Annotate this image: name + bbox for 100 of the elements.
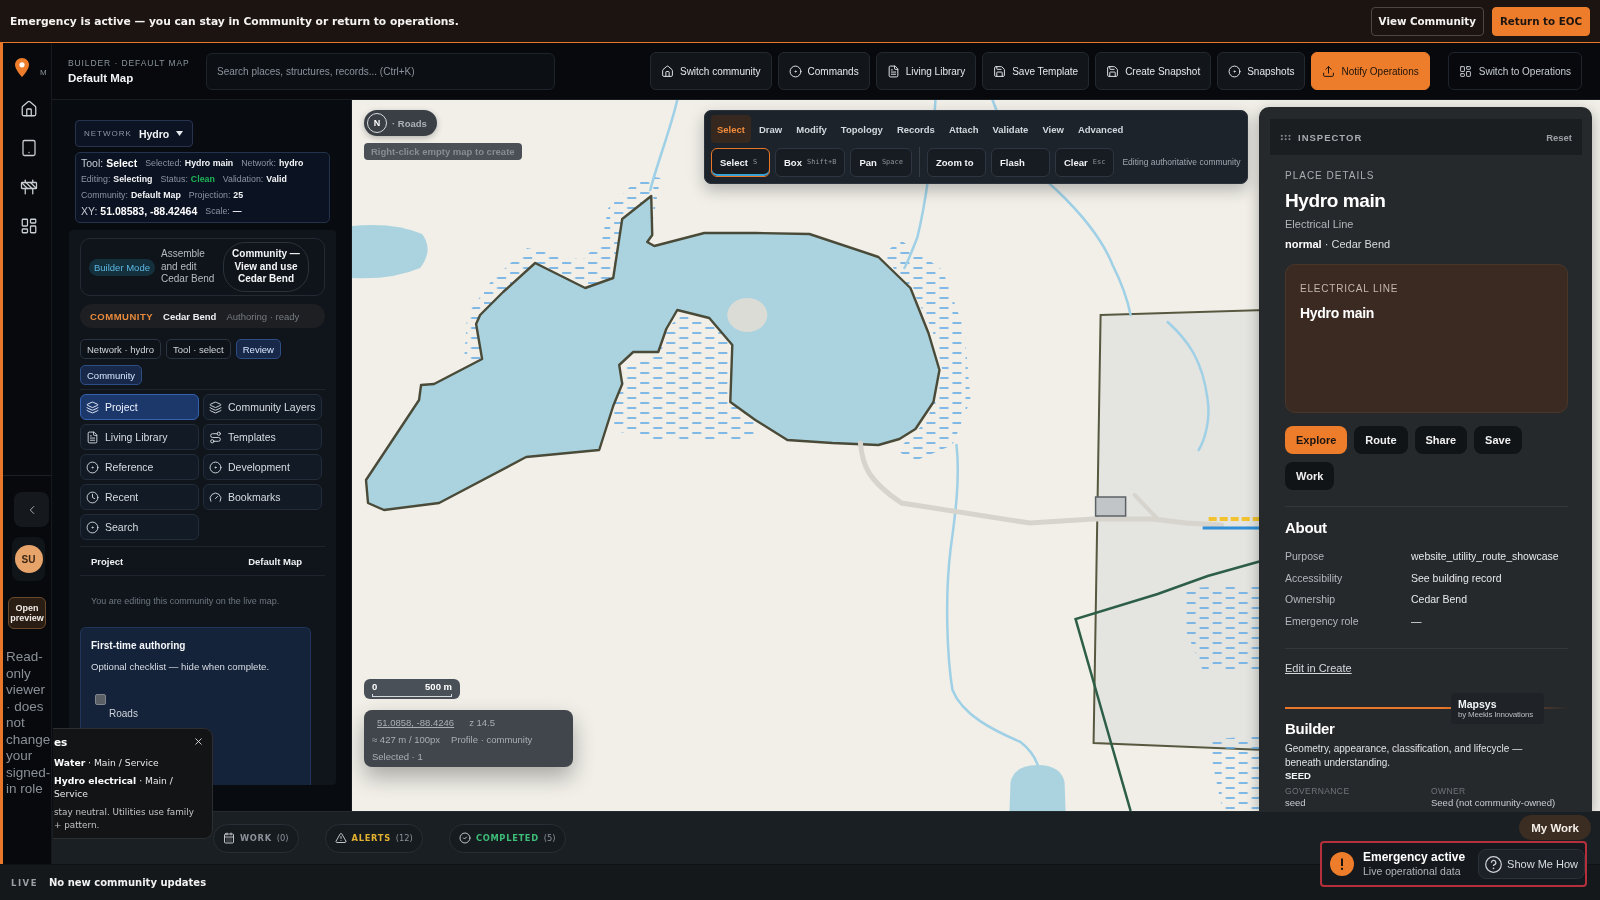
toolbar-tab[interactable]: Modify [790, 115, 833, 143]
breadcrumb: BUILDER · DEFAULT MAP [68, 57, 190, 69]
status-label: Selected: [145, 156, 182, 170]
scale-start: 0 [372, 682, 378, 692]
toolbar-button[interactable]: Commands [777, 52, 870, 90]
nav-button[interactable]: Reference [80, 454, 199, 480]
banner-button[interactable]: Return to EOC [1491, 6, 1590, 36]
toolbar-button[interactable]: Notify Operations [1311, 52, 1430, 90]
toolbar-button[interactable]: Switch community [649, 52, 772, 90]
toolbar-button[interactable]: Create Snapshot [1095, 52, 1212, 90]
status-value: 51.08583, -88.42464 [100, 204, 198, 218]
edit-link[interactable]: Edit in Create [1285, 662, 1352, 675]
reset-button[interactable]: Reset [1546, 131, 1572, 143]
attribution-byline: by Meekis Innovations [1458, 710, 1533, 720]
status-tab[interactable]: ALERTS (12) [324, 823, 423, 853]
attribution-name: Mapsys [1458, 698, 1497, 710]
nav-button[interactable]: Development [203, 454, 322, 480]
status-value: Clean [190, 172, 215, 186]
status-value: — [232, 204, 242, 218]
grid-icon[interactable] [20, 217, 38, 235]
target-icon [1228, 64, 1242, 78]
status-label: Validation: [222, 172, 264, 186]
status-tab[interactable]: WORK (0) [213, 823, 299, 853]
upload-icon [1322, 64, 1336, 78]
location-pin-icon[interactable] [15, 58, 29, 77]
project-value: Default Map [248, 555, 302, 567]
toolbar-tab[interactable]: Attach [942, 115, 985, 143]
layers-icon [86, 400, 99, 414]
nav-button[interactable]: Project [80, 394, 199, 420]
nav-button[interactable]: Community Layers [203, 394, 322, 420]
status-label: Tool: [81, 156, 104, 170]
action-button[interactable]: Explore [1285, 426, 1348, 454]
filter-chip[interactable]: Tool · select [166, 339, 231, 359]
open-preview-button[interactable]: Open preview [8, 597, 46, 629]
banner-button[interactable]: View Community [1370, 6, 1484, 36]
action-button[interactable]: Work [1285, 462, 1335, 490]
coordinates-link[interactable]: 51.0858, -88.4246 [377, 714, 455, 731]
toolbar-tab[interactable]: View [1036, 115, 1070, 143]
network-select[interactable]: NETWORK Hydro [75, 120, 194, 147]
help-button[interactable]: Show Me How [1478, 849, 1585, 879]
caret-icon [176, 131, 184, 136]
status-tab[interactable]: COMPLETED (5) [448, 823, 566, 853]
filter-chip[interactable]: Review [235, 339, 281, 359]
toolbar-button[interactable]: Save Template [982, 52, 1090, 90]
action-button[interactable]: Share [1414, 426, 1468, 454]
switch-operations-button[interactable]: Switch to Operations [1447, 52, 1582, 90]
toolbar-button[interactable]: Living Library [875, 52, 977, 90]
tablet-icon[interactable] [20, 139, 38, 157]
toolbar-tab[interactable]: Select [711, 115, 751, 143]
map-canvas[interactable] [352, 100, 1600, 811]
filter-chip[interactable]: Network · hydro [80, 339, 162, 359]
my-work-button[interactable]: My Work [1519, 815, 1591, 840]
nav-button[interactable]: Recent [80, 484, 199, 510]
map-hint: Right-click empty map to create [364, 143, 522, 160]
check-circle-icon [458, 832, 471, 844]
barrier-icon[interactable] [20, 178, 38, 196]
status-value: Default Map [130, 188, 181, 202]
toolbar-tab[interactable]: Validate [986, 115, 1035, 143]
layer-label: · Roads [392, 117, 427, 129]
role-note: Read-only viewer · does not change your signed-in role [5, 649, 52, 798]
zoom-level: z 14.5 [469, 716, 495, 730]
layer-pill[interactable]: N · Roads [364, 110, 437, 136]
detail-value: Cedar Bend [1411, 592, 1469, 607]
detail-label: Ownership [1285, 592, 1337, 607]
community-mode-button[interactable]: Community — View and use Cedar Bend [223, 242, 309, 292]
toolbar-button[interactable]: Snapshots [1217, 52, 1306, 90]
nav-button[interactable]: Templates [203, 424, 322, 450]
toolbar-tab[interactable]: Records [890, 115, 941, 143]
detail-value: See building record [1411, 570, 1503, 586]
section-heading: Builder [1285, 720, 1336, 738]
action-button[interactable]: Save [1474, 426, 1522, 454]
status-label: XY: [81, 204, 98, 218]
avatar[interactable]: SU [14, 545, 43, 573]
preview-eyebrow: ELECTRICAL LINE [1300, 283, 1400, 295]
checkbox[interactable] [95, 694, 106, 705]
section-heading: About [1285, 519, 1328, 537]
home-icon[interactable] [20, 100, 38, 118]
route-icon [209, 430, 222, 444]
filter-chip[interactable]: Community [80, 365, 143, 385]
nav-button[interactable]: Bookmarks [203, 484, 322, 510]
toolbar-tab[interactable]: Draw [753, 115, 789, 143]
nav-button[interactable]: Search [80, 514, 199, 540]
clock-icon [86, 490, 99, 504]
detail-label: Accessibility [1285, 570, 1344, 586]
status-value: hydro [278, 156, 304, 170]
detail-label: Emergency role [1285, 613, 1360, 629]
tool-button[interactable]: Flash [991, 147, 1050, 177]
status-label: Scale: [205, 204, 230, 218]
place-meta: normal · Cedar Bend [1285, 238, 1392, 251]
nav-button[interactable]: Living Library [80, 424, 199, 450]
legend-entry: Hydro electrical · Main / Service [54, 774, 174, 800]
toolbar-tab[interactable]: Topology [834, 115, 889, 143]
status-message: No new community updates [48, 877, 207, 888]
search-field[interactable]: Search places, structures, records... (Ctrl+K) [206, 52, 555, 90]
toolbar-tab[interactable]: Advanced [1071, 115, 1130, 143]
tool-button[interactable]: Zoom to [927, 147, 986, 177]
alert-icon [1330, 852, 1354, 876]
save-icon [1106, 64, 1120, 78]
action-button[interactable]: Route [1354, 426, 1408, 454]
close-icon[interactable] [193, 736, 204, 747]
